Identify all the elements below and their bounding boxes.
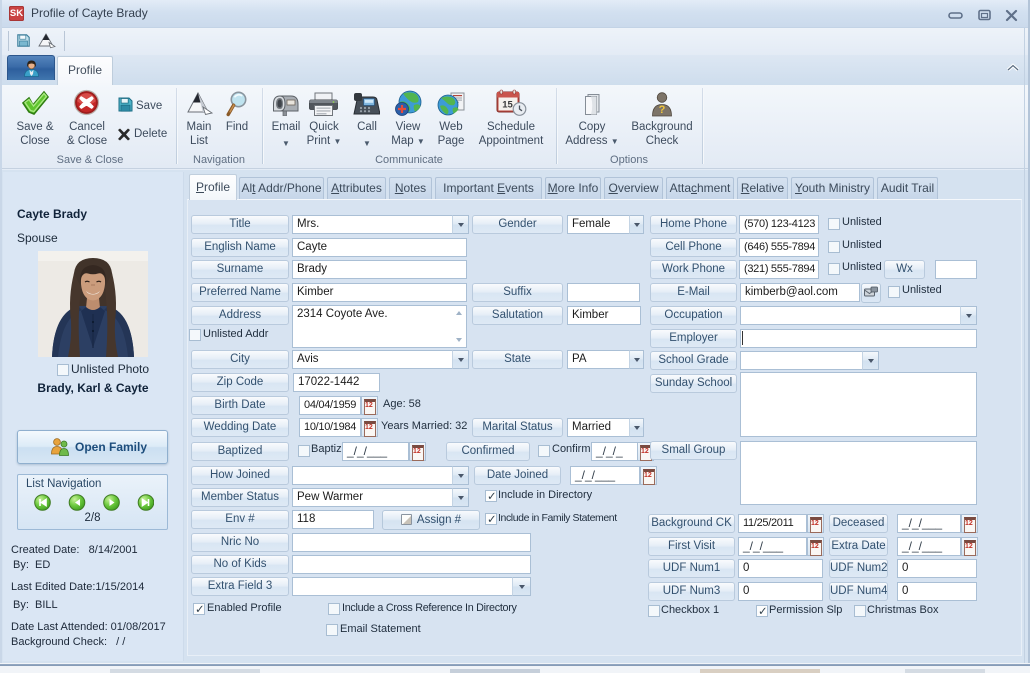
- svg-text:?: ?: [659, 104, 666, 116]
- svg-text:15: 15: [502, 100, 513, 111]
